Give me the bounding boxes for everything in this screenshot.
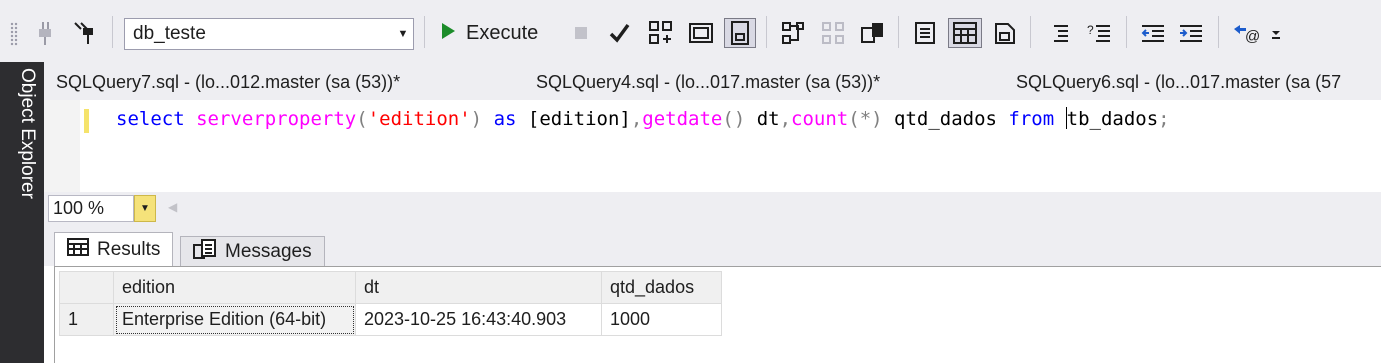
grid-corner-cell[interactable] xyxy=(59,271,114,304)
grid-cell-qtd-dados[interactable]: 1000 xyxy=(601,303,722,336)
code-token: , xyxy=(779,108,792,130)
code-token: ( xyxy=(356,108,368,130)
code-token: getdate xyxy=(642,108,723,130)
scroll-left-icon[interactable]: ◀ xyxy=(168,200,177,214)
document-tab-strip: SQLQuery7.sql - (lo...012.master (sa (53… xyxy=(44,62,1381,100)
toolbar-separator xyxy=(1030,16,1031,48)
estimated-plan-icon[interactable] xyxy=(646,18,676,48)
main-toolbar: db_teste ▼ Execute ? @ xyxy=(0,0,1381,62)
tab-results[interactable]: Results xyxy=(54,232,174,267)
toolbar-grip[interactable] xyxy=(10,22,18,46)
code-token: serverproperty xyxy=(196,108,357,130)
object-explorer-tab[interactable]: Object Explorer xyxy=(8,68,38,228)
toolbar-separator xyxy=(1218,16,1219,48)
comment-lines-icon[interactable] xyxy=(1048,18,1074,48)
increase-indent-icon[interactable] xyxy=(1176,18,1206,48)
change-connection-icon[interactable] xyxy=(68,18,102,48)
grid-cell-edition[interactable]: Enterprise Edition (64-bit) xyxy=(113,303,356,336)
editor-margin xyxy=(44,100,80,192)
execute-button[interactable]: Execute xyxy=(440,17,538,49)
decrease-indent-icon[interactable] xyxy=(1138,18,1168,48)
editor-zoom-bar: 100 % ▼ ◀ xyxy=(44,192,1381,224)
code-token: from xyxy=(1008,108,1055,130)
results-grid[interactable]: edition dt qtd_dados 1 Enterprise Editio… xyxy=(59,271,722,336)
intellisense-toggle-icon[interactable] xyxy=(724,18,756,48)
code-token: as xyxy=(493,108,517,130)
query-editor[interactable]: select serverproperty('edition') as [edi… xyxy=(44,100,1381,192)
stop-icon[interactable] xyxy=(570,18,592,48)
include-actual-plan-icon[interactable] xyxy=(778,18,808,48)
toolbar-separator xyxy=(766,16,767,48)
connect-icon[interactable] xyxy=(34,18,56,48)
code-token: select xyxy=(116,108,185,130)
code-token: ) xyxy=(470,108,483,130)
play-icon xyxy=(440,22,456,45)
query-options-icon[interactable] xyxy=(686,18,716,48)
toolbar-overflow-icon[interactable] xyxy=(1268,18,1284,48)
code-token: tb_dados xyxy=(1066,108,1159,130)
toolbar-separator xyxy=(424,16,425,48)
code-token: (*) xyxy=(848,108,883,130)
results-to-text-icon[interactable] xyxy=(910,18,940,48)
parse-check-icon[interactable] xyxy=(606,18,632,48)
code-token: ; xyxy=(1158,108,1170,130)
messages-icon xyxy=(193,238,217,265)
column-header-qtd-dados[interactable]: qtd_dados xyxy=(601,271,722,304)
live-query-stats-icon[interactable] xyxy=(818,18,848,48)
code-token: [edition] xyxy=(516,108,631,130)
results-to-file-icon[interactable] xyxy=(990,18,1020,48)
code-line[interactable]: select serverproperty('edition') as [edi… xyxy=(116,107,1170,130)
svg-text:@: @ xyxy=(1245,28,1260,45)
chevron-down-icon: ▼ xyxy=(140,203,150,214)
results-tab-bar: Results Messages xyxy=(44,224,1381,267)
database-select-value: db_teste xyxy=(133,23,206,44)
code-token: () xyxy=(722,108,746,130)
results-to-grid-icon[interactable] xyxy=(948,18,982,48)
results-grid-frame: edition dt qtd_dados 1 Enterprise Editio… xyxy=(54,266,1381,363)
specify-template-values-icon[interactable]: @ xyxy=(1230,18,1264,48)
tab-messages-label: Messages xyxy=(225,240,312,262)
code-token: , xyxy=(630,108,643,130)
change-indicator xyxy=(84,109,89,133)
execute-label: Execute xyxy=(466,21,539,44)
grid-cell-dt[interactable]: 2023-10-25 16:43:40.903 xyxy=(355,303,602,336)
doc-tab-sqlquery7[interactable]: SQLQuery7.sql - (lo...012.master (sa (53… xyxy=(56,72,400,93)
toolbar-separator xyxy=(1126,16,1127,48)
column-header-dt[interactable]: dt xyxy=(355,271,602,304)
tab-results-label: Results xyxy=(97,239,161,260)
zoom-input[interactable]: 100 % xyxy=(48,195,134,222)
svg-text:?: ? xyxy=(1087,23,1094,37)
code-token: dt xyxy=(745,108,780,130)
toolbar-separator xyxy=(898,16,899,48)
code-token: 'edition' xyxy=(367,108,471,130)
chevron-down-icon[interactable]: ▼ xyxy=(393,28,413,40)
grid-icon xyxy=(67,238,89,262)
column-header-edition[interactable]: edition xyxy=(113,271,356,304)
zoom-dropdown-button[interactable]: ▼ xyxy=(134,195,156,222)
code-token: count xyxy=(791,108,849,130)
code-token: qtd_dados xyxy=(882,108,1009,130)
table-row: 1 Enterprise Edition (64-bit) 2023-10-25… xyxy=(59,303,722,336)
uncomment-lines-icon[interactable]: ? xyxy=(1084,18,1114,48)
doc-tab-sqlquery4[interactable]: SQLQuery4.sql - (lo...017.master (sa (53… xyxy=(536,72,880,93)
database-select[interactable]: db_teste ▼ xyxy=(124,18,414,50)
row-number[interactable]: 1 xyxy=(59,303,114,336)
toolbar-separator xyxy=(112,16,113,48)
results-pane: Results Messages edition dt qtd_dados 1 xyxy=(44,224,1381,363)
client-statistics-icon[interactable] xyxy=(858,18,888,48)
tab-messages[interactable]: Messages xyxy=(180,236,325,266)
doc-tab-sqlquery6[interactable]: SQLQuery6.sql - (lo...017.master (sa (57 xyxy=(1016,72,1341,93)
grid-header-row: edition dt qtd_dados xyxy=(59,271,722,304)
